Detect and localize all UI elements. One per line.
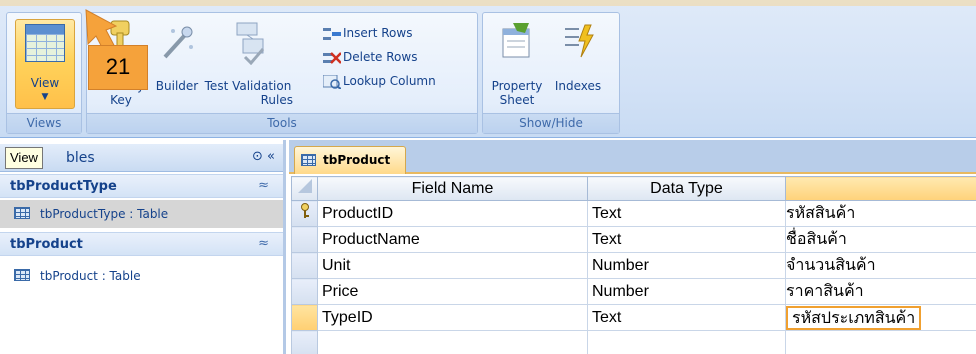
indexes-label: Indexes (554, 79, 602, 93)
dropdown-arrow-icon: ▼ (41, 92, 49, 102)
data-type-cell[interactable]: Number (587, 252, 786, 279)
table-icon (301, 154, 316, 166)
nav-item-label: tbProductType : Table (40, 207, 169, 221)
views-group: View ▼ Views (6, 12, 82, 134)
insert-rows-icon (323, 27, 341, 40)
indexes-icon (565, 24, 594, 58)
field-name-cell[interactable]: Price (317, 278, 588, 305)
indexes-button[interactable]: Indexes (547, 17, 609, 109)
field-name-cell[interactable]: ProductName (317, 226, 588, 253)
field-name-cell[interactable] (317, 330, 588, 354)
corner-triangle-icon (297, 179, 312, 193)
lookup-column-button[interactable]: Lookup Column (323, 71, 436, 91)
property-sheet-button[interactable]: Property Sheet (487, 17, 547, 109)
grid-header-row: Field Name Data Type (291, 176, 976, 201)
row-selector[interactable] (291, 304, 318, 331)
row-selector[interactable] (291, 200, 318, 227)
table-design-document: tbProduct Field Name Data Type ProductID… (289, 140, 976, 354)
description-cell[interactable]: จำนวนสินค้า (785, 252, 976, 279)
nav-group-label: tbProduct (10, 237, 83, 252)
view-button-label: View (30, 76, 60, 90)
test-validation-icon (236, 22, 265, 65)
description-cell[interactable]: รหัสประเภทสินค้า (785, 304, 976, 331)
show-hide-group-label: Show/Hide (483, 113, 619, 133)
table-row-empty[interactable] (291, 330, 976, 354)
property-sheet-icon (502, 23, 530, 58)
datasheet-view-icon (25, 24, 65, 62)
table-row-current[interactable]: TypeID Text รหัสประเภทสินค้า (291, 304, 976, 331)
row-selector[interactable] (291, 330, 318, 354)
views-group-label: Views (7, 113, 81, 133)
step-callout-number: 21 (105, 54, 131, 79)
description-edit-box[interactable]: รหัสประเภทสินค้า (786, 305, 922, 330)
row-selector[interactable] (291, 252, 318, 279)
lookup-column-icon (323, 74, 341, 89)
delete-rows-label: Delete Rows (343, 50, 418, 64)
field-name-cell[interactable]: Unit (317, 252, 588, 279)
description-cell[interactable]: รหัสสินค้า (785, 200, 976, 227)
property-sheet-label-1: Property (491, 79, 543, 93)
navigation-pane-title: bles (66, 150, 95, 166)
nav-item-tbproducttype-table[interactable]: tbProductType : Table (0, 200, 283, 228)
step-callout: 21 (88, 45, 148, 90)
test-validation-label-1: Test Validation (204, 79, 292, 93)
select-all-corner[interactable] (291, 176, 318, 201)
data-type-cell[interactable]: Number (587, 278, 786, 305)
test-validation-label-2: Rules (260, 93, 293, 107)
description-cell[interactable] (785, 330, 976, 354)
table-row[interactable]: ProductName Text ชื่อสินค้า (291, 226, 976, 253)
nav-group-tbproduct[interactable]: tbProduct ≈ (0, 232, 283, 256)
data-type-cell[interactable]: Text (587, 226, 786, 253)
table-row[interactable]: ProductID Text รหัสสินค้า (291, 200, 976, 227)
insert-rows-button[interactable]: Insert Rows (323, 23, 412, 43)
data-type-header: Data Type (587, 176, 786, 201)
field-name-header: Field Name (317, 176, 588, 201)
show-hide-group: Property Sheet Indexes Show/Hide (482, 12, 620, 134)
data-type-cell[interactable] (587, 330, 786, 354)
tab-tbproduct[interactable]: tbProduct (294, 146, 406, 174)
view-tooltip: View (5, 147, 43, 169)
ribbon: View ▼ Views Primary Key Builder (0, 0, 976, 138)
field-name-cell[interactable]: ProductID (317, 200, 588, 227)
lookup-column-label: Lookup Column (343, 74, 436, 88)
nav-group-tbproducttype[interactable]: tbProductType ≈ (0, 174, 283, 198)
property-sheet-label-2: Sheet (499, 93, 535, 107)
description-cell[interactable]: ราคาสินค้า (785, 278, 976, 305)
delete-rows-icon (323, 51, 341, 64)
field-design-grid: Field Name Data Type ProductID Text รหัส… (291, 176, 976, 354)
delete-rows-button[interactable]: Delete Rows (323, 47, 417, 67)
table-row[interactable]: Price Number ราคาสินค้า (291, 278, 976, 305)
description-header (785, 176, 976, 201)
test-validation-rules-button[interactable]: Test Validation Rules (199, 17, 297, 109)
table-row[interactable]: Unit Number จำนวนสินค้า (291, 252, 976, 279)
navigation-pane-menu-buttons[interactable]: ⊙ « (252, 149, 275, 164)
document-tab-bar: tbProduct (289, 140, 976, 174)
table-icon (14, 269, 30, 281)
navigation-pane: bles ⊙ « View tbProductType ≈ tbProductT… (0, 140, 286, 354)
collapse-chevron-icon[interactable]: ≈ (258, 236, 269, 251)
nav-item-tbproduct-table[interactable]: tbProduct : Table (0, 262, 283, 290)
description-cell[interactable]: ชื่อสินค้า (785, 226, 976, 253)
data-type-cell[interactable]: Text (587, 200, 786, 227)
insert-rows-label: Insert Rows (343, 26, 413, 40)
tab-title: tbProduct (323, 153, 391, 167)
view-button[interactable]: View ▼ (15, 19, 75, 109)
data-type-cell[interactable]: Text (587, 304, 786, 331)
row-selector[interactable] (291, 278, 318, 305)
field-name-cell[interactable]: TypeID (317, 304, 588, 331)
primary-key-icon (300, 203, 309, 218)
collapse-chevron-icon[interactable]: ≈ (258, 178, 269, 193)
nav-group-label: tbProductType (10, 179, 117, 194)
tools-group-label: Tools (87, 113, 477, 133)
row-selector[interactable] (291, 226, 318, 253)
nav-item-label: tbProduct : Table (40, 269, 141, 283)
table-icon (14, 207, 30, 219)
